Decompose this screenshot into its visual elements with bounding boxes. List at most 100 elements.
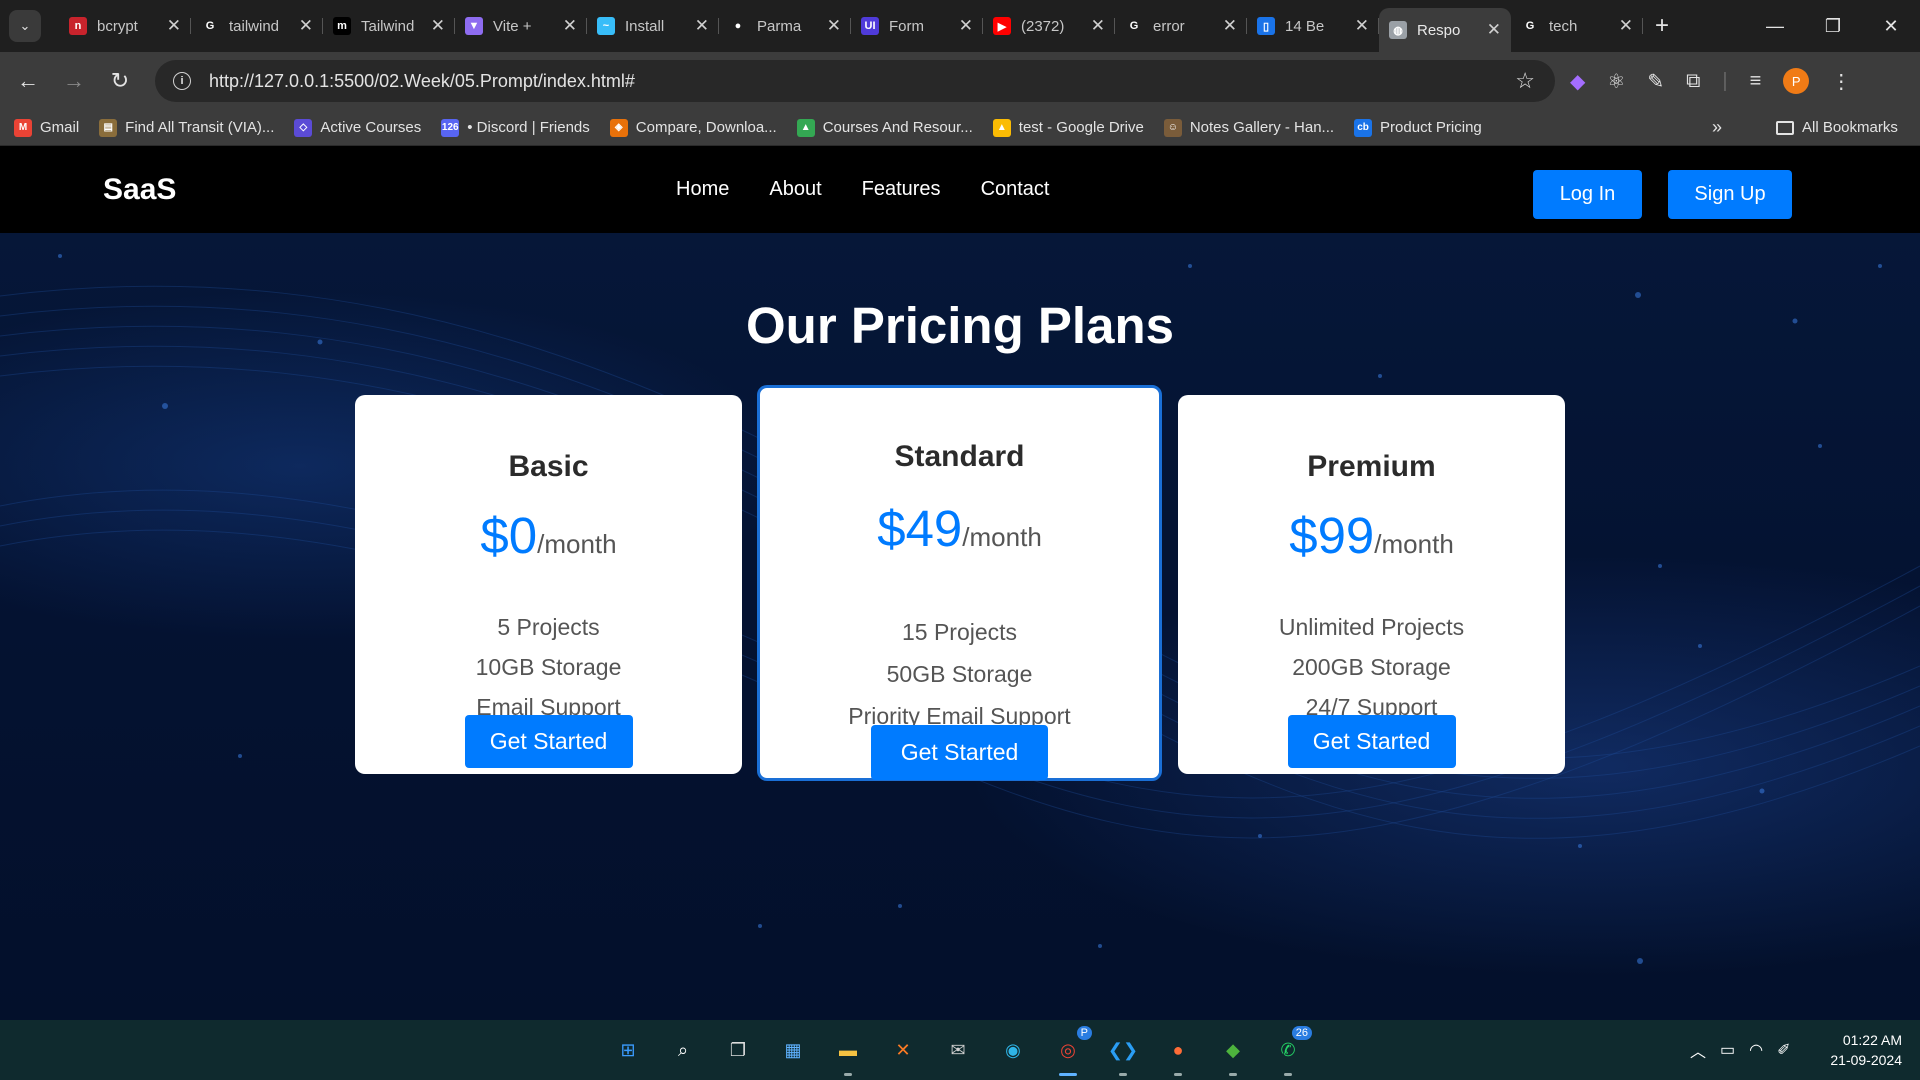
- forward-icon[interactable]: →: [51, 68, 97, 94]
- mongodb-icon[interactable]: ◆: [1215, 1032, 1251, 1076]
- bookmark-item[interactable]: M Gmail: [14, 118, 79, 137]
- reload-icon[interactable]: ↻: [97, 68, 143, 94]
- bookmark-item[interactable]: ◈ Compare, Downloa...: [609, 118, 777, 137]
- close-tab-icon[interactable]: ✕: [299, 16, 313, 36]
- wifi-icon[interactable]: ◠: [1749, 1040, 1763, 1060]
- menu-kebab-icon[interactable]: ⋮: [1831, 69, 1851, 94]
- get-started-button[interactable]: Get Started: [1287, 715, 1456, 768]
- tab-title: Respo: [1417, 21, 1461, 39]
- close-tab-icon[interactable]: ✕: [563, 16, 577, 36]
- battery-icon[interactable]: ▭: [1720, 1040, 1735, 1060]
- url-text[interactable]: http://127.0.0.1:5500/02.Week/05.Prompt/…: [209, 71, 635, 92]
- restore-icon[interactable]: ❐: [1804, 16, 1862, 37]
- tray-overflow-icon[interactable]: ︿: [1690, 1038, 1706, 1062]
- bookmark-item[interactable]: 126 • Discord | Friends: [441, 118, 590, 137]
- bookmarks-overflow-icon[interactable]: »: [1712, 117, 1722, 138]
- browser-tab[interactable]: ● Parma ✕: [719, 8, 851, 44]
- browser-tab[interactable]: ~ Install ✕: [587, 8, 719, 44]
- whatsapp-icon[interactable]: ✆ 26: [1270, 1026, 1312, 1076]
- address-bar[interactable]: i http://127.0.0.1:5500/02.Week/05.Promp…: [155, 60, 1555, 102]
- close-tab-icon[interactable]: ✕: [1091, 16, 1105, 36]
- xampp-icon[interactable]: ✕: [885, 1032, 921, 1068]
- bookmark-item[interactable]: ▲ Courses And Resour...: [796, 118, 973, 137]
- bookmark-item[interactable]: ▲ test - Google Drive: [992, 118, 1144, 137]
- chrome-icon[interactable]: ◎ P: [1050, 1026, 1092, 1076]
- site-navbar: SaaS Home About Features Contact Log In Sig…: [0, 146, 1920, 233]
- postman-icon[interactable]: ●: [1160, 1032, 1196, 1076]
- clock[interactable]: 01:22 AM 21-09-2024: [1822, 1030, 1902, 1070]
- mail-icon[interactable]: ✉: [940, 1032, 976, 1068]
- nav-link-about[interactable]: About: [769, 178, 821, 201]
- browser-tab[interactable]: Gerror ✕: [1115, 8, 1247, 44]
- search-icon[interactable]: ⌕: [665, 1032, 701, 1068]
- browser-tab[interactable]: ◍ Respo ✕: [1379, 8, 1511, 52]
- plan-price: $99/month: [1178, 506, 1565, 565]
- nav-link-features[interactable]: Features: [862, 178, 941, 201]
- browser-tab[interactable]: ▯ 14 Be ✕: [1247, 8, 1379, 44]
- site-logo[interactable]: SaaS: [103, 173, 176, 207]
- feature-item: 15 Projects: [901, 619, 1018, 645]
- pricing-card-premium: Premium $99/month Unlimited Projects 200GB …: [1178, 395, 1565, 774]
- browser-tab[interactable]: n bcrypt ✕: [59, 8, 191, 44]
- bookmark-item[interactable]: cb Product Pricing: [1354, 118, 1482, 137]
- bookmark-label: test - Google Drive: [1018, 119, 1144, 136]
- close-tab-icon[interactable]: ✕: [167, 16, 181, 36]
- color-picker-icon[interactable]: ✎: [1647, 69, 1664, 94]
- feature-item: 10GB Storage: [475, 654, 622, 680]
- get-started-button[interactable]: Get Started: [464, 715, 633, 768]
- price-amount: $49: [877, 500, 963, 557]
- extensions-puzzle-icon[interactable]: ⧉: [1686, 70, 1700, 93]
- browser-tab[interactable]: m Tailwind ✕: [323, 8, 455, 44]
- gmail-icon: M: [14, 118, 32, 137]
- browser-tab[interactable]: Gtailwind ✕: [191, 8, 323, 44]
- price-amount: $0: [480, 507, 538, 564]
- task-view-icon[interactable]: ❐: [720, 1032, 756, 1068]
- tab-list: n bcrypt ✕ Gtailwind ✕ m Tailwind ✕ ▼ Vite + ✕ ~ Ins…: [59, 0, 1643, 52]
- nav-link-home[interactable]: Home: [676, 178, 729, 201]
- tab-title: error: [1153, 17, 1185, 35]
- signup-button[interactable]: Sign Up: [1668, 170, 1792, 219]
- tab-search-button[interactable]: ⌄: [9, 10, 41, 42]
- all-bookmarks-button[interactable]: All Bookmarks: [1776, 119, 1898, 136]
- widgets-icon[interactable]: ▦: [775, 1032, 811, 1068]
- edge-icon[interactable]: ◉: [995, 1032, 1031, 1068]
- media-control-icon[interactable]: ≡: [1750, 70, 1762, 93]
- close-tab-icon[interactable]: ✕: [1487, 20, 1501, 40]
- close-tab-icon[interactable]: ✕: [1223, 16, 1237, 36]
- start-icon[interactable]: ⊞: [610, 1032, 646, 1068]
- google-favicon: G: [1525, 20, 1535, 32]
- minimize-icon[interactable]: —: [1746, 16, 1804, 37]
- bookmark-star-icon[interactable]: ☆: [1515, 68, 1535, 94]
- pricing-card-basic: Basic $0/month 5 Projects 10GB Storage Email…: [355, 395, 742, 774]
- file-explorer-icon[interactable]: ▬: [830, 1032, 866, 1076]
- browser-tab[interactable]: UI Form ✕: [851, 8, 983, 44]
- get-started-button[interactable]: Get Started: [871, 725, 1048, 780]
- price-amount: $99: [1289, 507, 1375, 564]
- login-button[interactable]: Log In: [1533, 170, 1642, 219]
- taskbar-apps: ⊞ ⌕ ❐ ▦ ▬ ✕ ✉ ◉ ◎ P ❮❯ ● ◆ ✆ 26: [610, 1020, 1312, 1080]
- close-tab-icon[interactable]: ✕: [1355, 16, 1369, 36]
- close-tab-icon[interactable]: ✕: [431, 16, 445, 36]
- doc-favicon: ▯: [1257, 17, 1275, 35]
- close-tab-icon[interactable]: ✕: [1619, 16, 1633, 36]
- bookmark-item[interactable]: ▤ Find All Transit (VIA)...: [99, 118, 274, 137]
- new-tab-button[interactable]: +: [1655, 12, 1669, 40]
- close-window-icon[interactable]: ✕: [1862, 16, 1920, 37]
- vscode-icon[interactable]: ❮❯: [1105, 1032, 1141, 1076]
- bookmark-item[interactable]: ◇ Active Courses: [294, 118, 421, 137]
- nav-link-contact[interactable]: Contact: [981, 178, 1050, 201]
- profile-avatar[interactable]: P: [1783, 68, 1810, 94]
- bookmark-label: Product Pricing: [1380, 119, 1482, 136]
- back-icon[interactable]: ←: [5, 68, 51, 94]
- close-tab-icon[interactable]: ✕: [827, 16, 841, 36]
- pen-icon[interactable]: ✐: [1777, 1040, 1790, 1060]
- browser-tab[interactable]: ▼ Vite + ✕: [455, 8, 587, 44]
- site-info-icon[interactable]: i: [173, 72, 191, 90]
- browser-tab[interactable]: Gtech ✕: [1511, 8, 1643, 44]
- react-devtools-icon[interactable]: ⚛: [1607, 69, 1625, 94]
- extension-drop-icon[interactable]: ◆: [1570, 69, 1585, 94]
- close-tab-icon[interactable]: ✕: [959, 16, 973, 36]
- close-tab-icon[interactable]: ✕: [695, 16, 709, 36]
- bookmark-item[interactable]: ☺ Notes Gallery - Han...: [1163, 118, 1334, 137]
- browser-tab[interactable]: ▶ (2372) ✕: [983, 8, 1115, 44]
